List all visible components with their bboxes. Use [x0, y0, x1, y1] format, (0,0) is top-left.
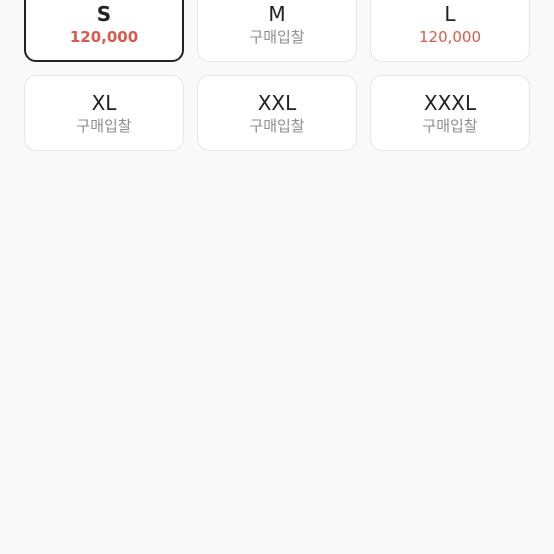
size-price: 120,000	[69, 27, 139, 46]
size-option-xxxl[interactable]: XXXL 구매입찰	[370, 75, 530, 151]
size-label: XXXL	[423, 90, 477, 115]
size-option-l[interactable]: L 120,000	[370, 0, 530, 62]
size-select-screen: S 120,000 M 구매입찰 L 120,000 XL 구매입찰 XXL 구…	[0, 0, 554, 554]
size-option-xl[interactable]: XL 구매입찰	[24, 75, 184, 151]
size-price: 120,000	[418, 27, 482, 46]
size-label: XL	[91, 90, 117, 115]
size-label: M	[268, 1, 286, 26]
size-bid-text: 구매입찰	[76, 116, 132, 135]
size-option-m[interactable]: M 구매입찰	[197, 0, 357, 62]
size-grid: S 120,000 M 구매입찰 L 120,000 XL 구매입찰 XXL 구…	[24, 0, 530, 151]
size-bid-text: 구매입찰	[249, 116, 305, 135]
size-label: L	[444, 1, 456, 26]
size-bid-text: 구매입찰	[249, 27, 305, 46]
size-label: S	[96, 1, 112, 26]
size-option-xxl[interactable]: XXL 구매입찰	[197, 75, 357, 151]
size-option-s[interactable]: S 120,000	[24, 0, 184, 62]
size-label: XXL	[257, 90, 297, 115]
size-bid-text: 구매입찰	[422, 116, 478, 135]
